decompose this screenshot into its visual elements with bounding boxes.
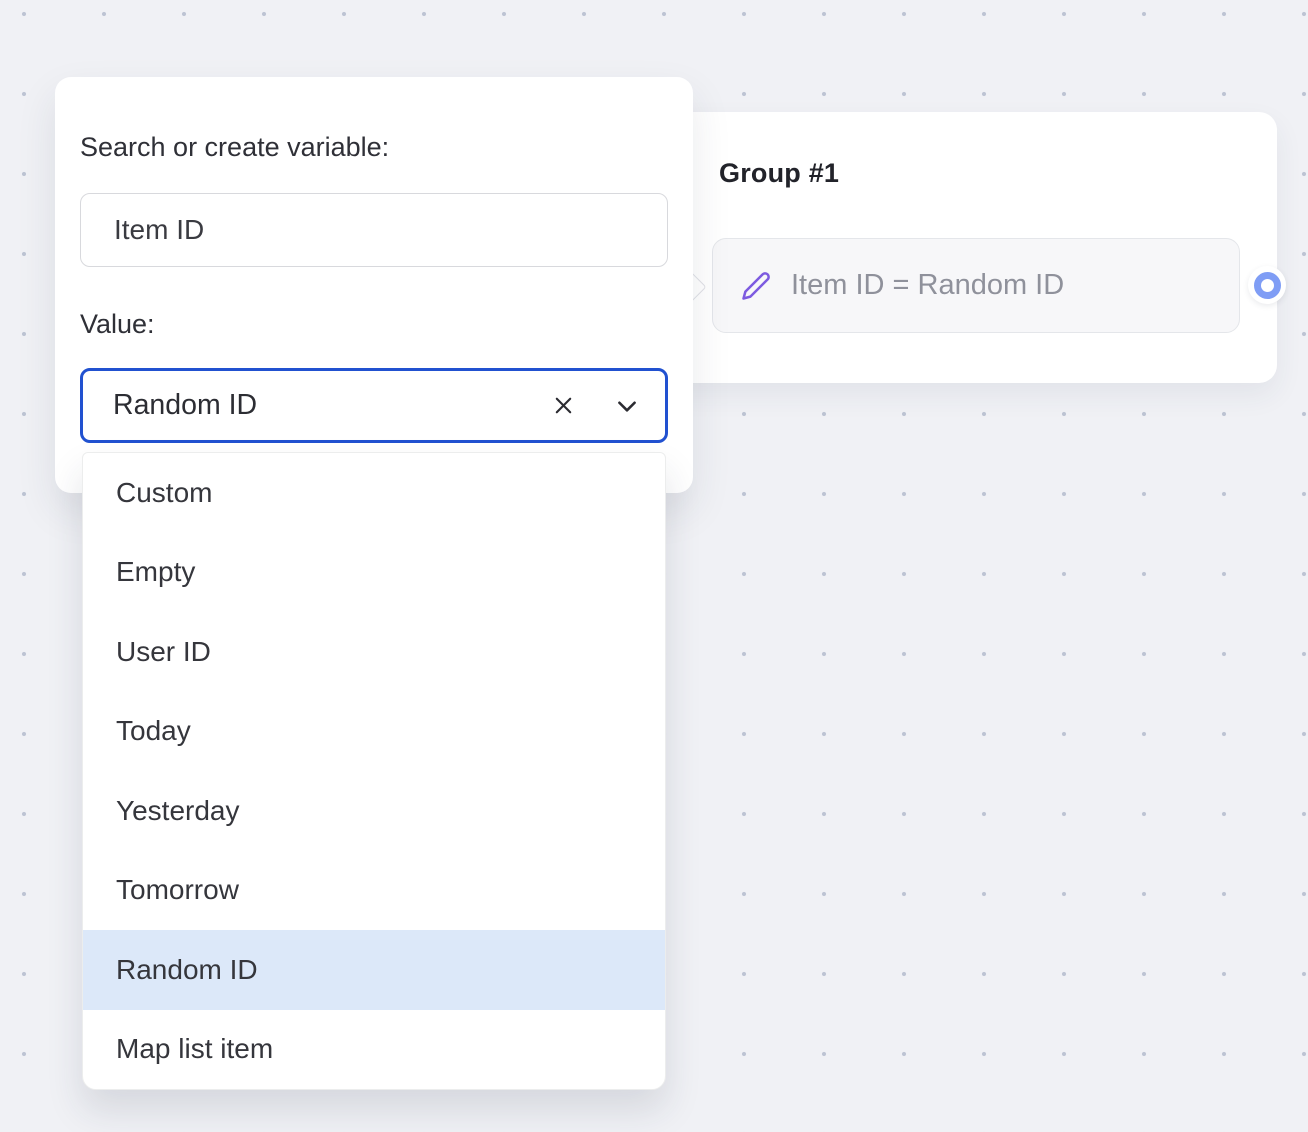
condition-chip[interactable]: Item ID = Random ID <box>712 238 1240 333</box>
variable-editor-popover: Search or create variable: Value: Random… <box>55 77 693 493</box>
option-today[interactable]: Today <box>83 692 665 772</box>
clear-icon[interactable] <box>543 386 583 426</box>
connector-handle[interactable] <box>1248 266 1286 304</box>
option-tomorrow[interactable]: Tomorrow <box>83 851 665 931</box>
search-or-create-label: Search or create variable: <box>80 132 389 163</box>
option-empty[interactable]: Empty <box>83 533 665 613</box>
option-random-id[interactable]: Random ID <box>83 930 665 1010</box>
group-card[interactable]: Group #1 Item ID = Random ID <box>660 112 1277 383</box>
group-title: Group #1 <box>719 158 839 189</box>
variable-name-input[interactable] <box>80 193 668 267</box>
value-options-dropdown: Custom Empty User ID Today Yesterday Tom… <box>82 452 666 1090</box>
option-user-id[interactable]: User ID <box>83 612 665 692</box>
condition-text: Item ID = Random ID <box>791 269 1064 302</box>
option-yesterday[interactable]: Yesterday <box>83 771 665 851</box>
option-custom[interactable]: Custom <box>83 453 665 533</box>
value-label: Value: <box>80 309 155 340</box>
chevron-down-icon[interactable] <box>607 386 647 426</box>
connector-ring <box>1254 272 1281 299</box>
pencil-icon <box>741 271 771 301</box>
value-select-text: Random ID <box>113 389 543 422</box>
value-select[interactable]: Random ID <box>80 368 668 443</box>
option-map-list-item[interactable]: Map list item <box>83 1010 665 1090</box>
